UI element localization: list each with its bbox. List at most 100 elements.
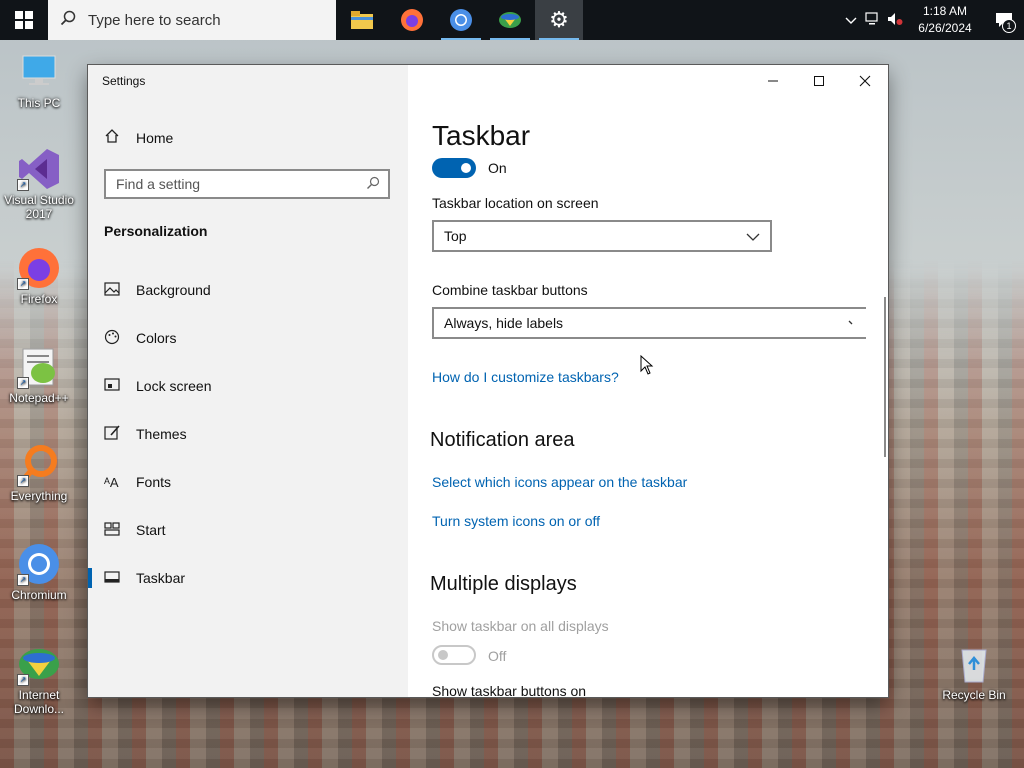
start-button[interactable] (0, 0, 48, 40)
multiple-displays-heading: Multiple displays (430, 573, 577, 595)
combine-buttons-label: Combine taskbar buttons (432, 282, 588, 298)
toggle-knob (461, 163, 471, 173)
windows-logo-icon (15, 11, 33, 29)
nav-item-colors[interactable]: Colors (88, 318, 408, 358)
home-icon (104, 128, 136, 148)
system-tray: 1:18 AM 6/26/2024 1 (840, 0, 1024, 40)
search-icon (366, 176, 380, 193)
content-scrollbar[interactable] (884, 297, 886, 457)
shortcut-arrow-icon: ↗ (17, 475, 29, 487)
shortcut-arrow-icon: ↗ (17, 574, 29, 586)
toggle-state-label: Off (488, 648, 507, 664)
select-icons-link[interactable]: Select which icons appear on the taskbar (432, 474, 687, 490)
palette-icon (88, 329, 136, 348)
desktop-icon-label: Chromium (11, 588, 67, 602)
gear-icon: ⚙ (549, 7, 569, 32)
selected-indicator (88, 568, 92, 588)
nav-item-fonts[interactable]: ᴬA Fonts (88, 462, 408, 502)
chevron-up-icon[interactable] (840, 13, 862, 28)
taskbar-toggle-switch[interactable] (432, 158, 476, 178)
taskbar-location-label: Taskbar location on screen (432, 195, 599, 211)
nav-home[interactable]: Home (104, 127, 173, 149)
nav-item-label: Lock screen (136, 378, 212, 394)
taskbar-location-dropdown[interactable]: Top (432, 220, 772, 252)
settings-window: Settings Home Find a setting Personaliza… (88, 65, 888, 697)
nav-item-label: Taskbar (136, 570, 186, 586)
customize-taskbars-link[interactable]: How do I customize taskbars? (432, 369, 619, 385)
folder-icon (351, 11, 373, 29)
desktop-icon-label: Internet Downlo... (13, 688, 65, 716)
show-all-displays-toggle[interactable] (432, 645, 476, 665)
nav-item-themes[interactable]: Themes (88, 414, 408, 454)
fonts-icon: ᴬA (104, 474, 119, 490)
recycle-bin-icon (952, 642, 996, 686)
network-icon[interactable] (862, 11, 884, 29)
desktop-icon-visual-studio[interactable]: ↗ Visual Studio 2017 (1, 147, 77, 221)
desktop-icon-everything[interactable]: ↗ Everything (1, 443, 77, 503)
desktop-icon-label: This PC (17, 96, 61, 110)
desktop-icon-this-pc[interactable]: This PC (1, 50, 77, 110)
chromium-taskbar-button[interactable] (437, 0, 485, 40)
nav-item-background[interactable]: Background (88, 270, 408, 310)
download-manager-icon: ↗ (17, 642, 61, 686)
system-icons-link[interactable]: Turn system icons on or off (432, 513, 600, 529)
taskbar-search-box[interactable]: Type here to search (48, 0, 336, 40)
taskbar-clock[interactable]: 1:18 AM 6/26/2024 (906, 3, 984, 37)
notepad-plus-plus-icon: ↗ (17, 345, 61, 389)
file-explorer-taskbar-button[interactable] (338, 0, 386, 40)
nav-home-label: Home (136, 130, 174, 146)
running-indicator (490, 38, 530, 40)
show-buttons-on-label: Show taskbar buttons on (432, 683, 587, 697)
download-manager-icon (499, 12, 521, 28)
toggle-state-label: On (488, 160, 507, 176)
page-title: Taskbar (432, 120, 531, 151)
nav-item-label: Background (136, 282, 211, 298)
shortcut-arrow-icon: ↗ (17, 179, 29, 191)
chromium-icon (450, 9, 472, 31)
chevron-down-icon (848, 315, 856, 331)
settings-taskbar-button[interactable]: ⚙ (535, 0, 583, 40)
desktop-icon-chromium[interactable]: ↗ Chromium (1, 542, 77, 602)
lock-screen-icon (88, 377, 136, 395)
internet-download-manager-taskbar-button[interactable] (486, 0, 534, 40)
desktop-icon-notepad-plus-plus[interactable]: ↗ Notepad++ (1, 345, 77, 405)
nav-item-label: Themes (136, 426, 187, 442)
taskbar-search-placeholder: Type here to search (88, 11, 221, 29)
nav-item-taskbar[interactable]: Taskbar (88, 558, 408, 598)
settings-nav-pane: Settings Home Find a setting Personaliza… (88, 65, 408, 697)
nav-item-label: Fonts (136, 474, 172, 490)
action-center-button[interactable]: 1 (984, 0, 1024, 40)
desktop-icon-recycle-bin[interactable]: Recycle Bin (936, 642, 1012, 702)
firefox-taskbar-button[interactable] (388, 0, 436, 40)
everything-search-icon: ↗ (17, 443, 61, 487)
notification-area-heading: Notification area (430, 429, 575, 451)
start-icon (88, 521, 136, 539)
desktop-icon-label: Recycle Bin (942, 688, 1006, 702)
picture-icon (88, 281, 136, 299)
desktop-icon-firefox[interactable]: ↗ Firefox (1, 246, 77, 306)
clock-time: 1:18 AM (922, 4, 968, 18)
desktop-icon-label: Notepad++ (9, 391, 69, 405)
find-setting-input[interactable]: Find a setting (104, 169, 390, 199)
desktop-icon-label: Visual Studio 2017 (4, 193, 74, 221)
nav-section-title: Personalization (104, 223, 208, 239)
mouse-cursor-icon (640, 354, 654, 380)
desktop-icon-label: Firefox (20, 292, 58, 306)
running-indicator (539, 38, 579, 40)
nav-item-lock-screen[interactable]: Lock screen (88, 366, 408, 406)
desktop-icon-label: Everything (10, 489, 68, 503)
firefox-icon: ↗ (17, 246, 61, 290)
running-indicator (441, 38, 481, 40)
nav-item-label: Start (136, 522, 166, 538)
nav-item-start[interactable]: Start (88, 510, 408, 550)
combine-buttons-dropdown[interactable]: Always, hide labels (432, 307, 866, 339)
visual-studio-icon: ↗ (17, 147, 61, 191)
taskbar-location-value: Top (444, 228, 467, 244)
nav-item-label: Colors (136, 330, 177, 346)
taskbar-icon (88, 570, 136, 586)
clock-date: 6/26/2024 (918, 21, 972, 35)
volume-muted-icon[interactable] (884, 12, 906, 29)
desktop-icon-internet-download-manager[interactable]: ↗ Internet Downlo... (1, 642, 77, 716)
brush-icon (88, 424, 136, 444)
shortcut-arrow-icon: ↗ (17, 377, 29, 389)
